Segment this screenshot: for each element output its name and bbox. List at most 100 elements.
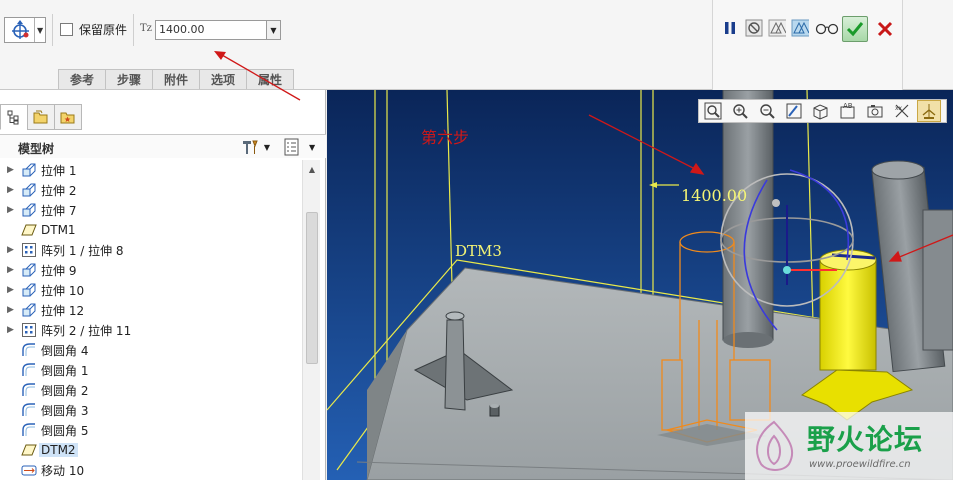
model-tree: ▶ 拉伸 1 ▶ 拉伸 2 ▶ 拉伸 7 DTM1 ▶ 阵列 1 / 拉伸 8 ▶ 拉伸 9 ▶ 拉伸 …	[0, 160, 302, 480]
repaint-icon	[786, 103, 802, 119]
tab-attachments[interactable]: 附件	[152, 69, 200, 89]
round-icon	[21, 402, 37, 418]
cancel-button[interactable]	[874, 18, 896, 40]
glasses-button[interactable]	[815, 19, 839, 37]
keep-original-checkbox[interactable]	[60, 23, 73, 36]
refit-icon	[704, 102, 722, 120]
zoom-in-button[interactable]	[728, 100, 752, 122]
tree-icon	[7, 110, 19, 125]
tree-item[interactable]: ▶ 阵列 1 / 拉伸 8	[0, 240, 300, 260]
expand-arrow-icon[interactable]: ▶	[7, 265, 15, 275]
chevron-down-icon[interactable]: ▼	[34, 18, 45, 42]
extrude-icon	[21, 302, 37, 318]
expand-arrow-icon[interactable]: ▶	[7, 165, 15, 175]
forum-watermark: 野火论坛 www.proewildfire.cn	[745, 412, 953, 480]
tree-item-label: 倒圆角 5	[41, 423, 89, 438]
tree-item-label: 拉伸 12	[41, 303, 85, 318]
favorites-folder-icon	[60, 112, 75, 124]
view-manager-button[interactable]	[863, 100, 887, 122]
tab-model-tree[interactable]	[0, 104, 28, 130]
tree-item[interactable]: ▶ 拉伸 2	[0, 180, 300, 200]
tree-item-label: 拉伸 9	[41, 263, 77, 278]
close-icon	[877, 21, 893, 37]
tab-steps[interactable]: 步骤	[105, 69, 153, 89]
drag-handle-dropdown[interactable]: ▼	[4, 17, 46, 43]
tab-references[interactable]: 参考	[58, 69, 106, 89]
datum-label-dtm3[interactable]: DTM3	[455, 242, 502, 260]
datum-display-icon: xx	[895, 104, 909, 118]
tree-item-label: 移动 10	[41, 463, 85, 478]
round-icon	[21, 342, 37, 358]
expand-arrow-icon[interactable]: ▶	[7, 185, 15, 195]
no-preview-button[interactable]	[745, 19, 763, 37]
panel-tabs	[0, 104, 82, 130]
dimension-value[interactable]: 1400.00	[681, 186, 747, 205]
divider	[52, 14, 53, 46]
zoom-out-button[interactable]	[755, 100, 779, 122]
tz-dropdown-button[interactable]: ▼	[267, 20, 281, 40]
svg-text:AB: AB	[843, 102, 853, 110]
repaint-button[interactable]	[782, 100, 806, 122]
scroll-up-icon[interactable]: ▲	[303, 162, 321, 176]
tree-item[interactable]: ▶ 拉伸 1	[0, 160, 300, 180]
tree-item[interactable]: ▶ 拉伸 9	[0, 260, 300, 280]
tree-settings-dropdown[interactable]: ▼	[240, 138, 270, 156]
show-list-icon	[284, 138, 299, 156]
chevron-down-icon: ▼	[263, 142, 270, 152]
graphics-window[interactable]: 第六步 1400.00 DTM3 野火论坛 www.proewildfire.c…	[327, 90, 953, 480]
refit-button[interactable]	[701, 100, 725, 122]
expand-arrow-icon[interactable]: ▶	[7, 205, 15, 215]
tab-folder-browser[interactable]	[27, 104, 55, 130]
settings-tools-icon	[243, 140, 258, 154]
tree-item[interactable]: 倒圆角 3	[0, 400, 300, 420]
tree-show-dropdown[interactable]: ▼	[283, 138, 319, 156]
tree-item-label: 拉伸 1	[41, 163, 77, 178]
tree-item-label: 拉伸 7	[41, 203, 77, 218]
display-style-button[interactable]	[809, 100, 833, 122]
tree-item[interactable]: DTM2	[0, 440, 300, 460]
expand-arrow-icon[interactable]: ▶	[7, 285, 15, 295]
spin-center-icon	[922, 104, 936, 119]
tree-item[interactable]: 倒圆角 5	[0, 420, 300, 440]
pattern-icon	[21, 322, 37, 338]
preview-button[interactable]	[768, 19, 786, 37]
tree-item-label: DTM2	[39, 443, 78, 457]
spin-center-button[interactable]	[917, 100, 941, 122]
view-toolbar: AB xx	[698, 99, 947, 123]
verify-mode-button[interactable]	[791, 19, 809, 37]
chevron-down-icon: ▼	[270, 25, 277, 35]
expand-arrow-icon[interactable]: ▶	[7, 305, 15, 315]
keep-original-label: 保留原件	[79, 23, 128, 37]
zoom-in-icon	[733, 104, 748, 119]
divider	[133, 14, 134, 46]
datum-plane-icon	[21, 442, 37, 458]
tree-item[interactable]: 倒圆角 4	[0, 340, 300, 360]
scrollbar-thumb[interactable]	[306, 212, 318, 364]
tree-item[interactable]: 倒圆角 1	[0, 360, 300, 380]
saved-views-button[interactable]: AB	[836, 100, 860, 122]
tree-item[interactable]: ▶ 阵列 2 / 拉伸 11	[0, 320, 300, 340]
tree-item[interactable]: ▶ 拉伸 7	[0, 200, 300, 220]
tab-favorites[interactable]	[54, 104, 82, 130]
datum-display-button[interactable]: xx	[890, 100, 914, 122]
tree-item[interactable]: 倒圆角 2	[0, 380, 300, 400]
tree-scrollbar[interactable]: ▲	[302, 160, 320, 480]
extrude-icon	[21, 162, 37, 178]
svg-text:xx: xx	[895, 105, 903, 112]
ok-button[interactable]	[842, 16, 868, 42]
step-annotation: 第六步	[421, 128, 470, 147]
dashboard-controls	[712, 0, 903, 90]
tree-item[interactable]: 移动 10	[0, 460, 300, 480]
display-style-icon	[813, 104, 828, 120]
pause-button[interactable]	[721, 19, 739, 37]
folder-icon	[33, 110, 48, 124]
expand-arrow-icon[interactable]: ▶	[7, 325, 15, 335]
tree-item[interactable]: DTM1	[0, 220, 300, 240]
tree-item[interactable]: ▶ 拉伸 10	[0, 280, 300, 300]
tree-item-label: 倒圆角 1	[41, 363, 89, 378]
tz-value-input[interactable]: 1400.00	[155, 20, 267, 40]
expand-arrow-icon[interactable]: ▶	[7, 245, 15, 255]
flame-logo-icon	[756, 420, 794, 471]
tree-item[interactable]: ▶ 拉伸 12	[0, 300, 300, 320]
zoom-out-icon	[760, 104, 775, 119]
